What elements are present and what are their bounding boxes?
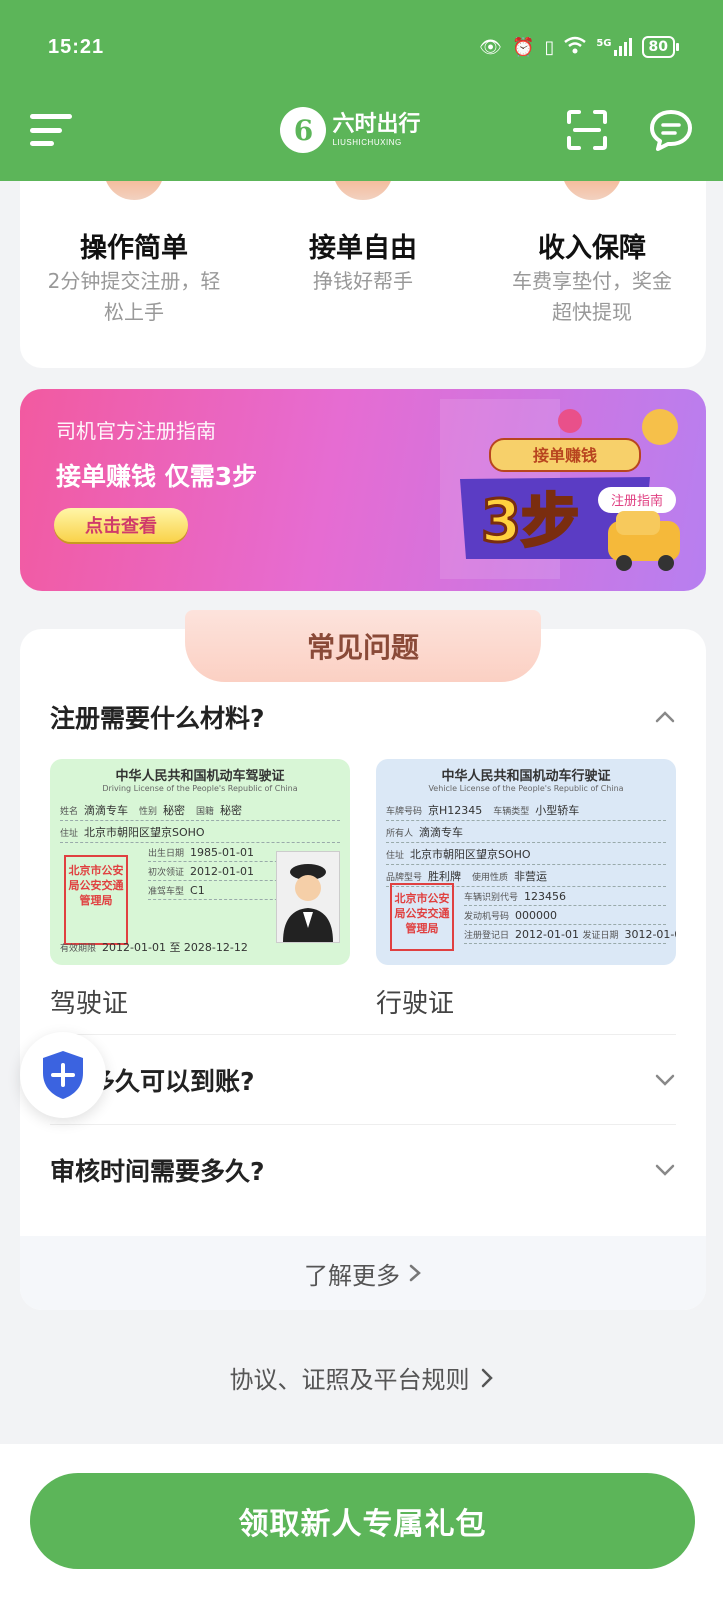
network-label: 5G [596,38,612,49]
vehicle-title-en: Vehicle License of the People's Republic… [428,784,624,793]
alarm-icon: ⏰ [512,36,535,58]
faq-question-text: 审核时间需要多久? [50,1156,265,1186]
vehicle-license-sample: 中华人民共和国机动车行驶证 Vehicle License of the Peo… [376,759,676,1020]
wifi-icon [564,36,587,59]
vibrate-icon: ▯ [544,36,555,58]
driving-license-image[interactable]: 中华人民共和国机动车驾驶证 Driving License of the Peo… [50,759,350,965]
vehicle-dates-line: 注册登记日2012-01-01 发证日期3012-01-01 [464,925,676,944]
driving-license-sample: 中华人民共和国机动车驾驶证 Driving License of the Peo… [50,759,350,1020]
learn-more-button[interactable]: 了解更多 [20,1236,706,1310]
feature-desc: 挣钱好帮手 [313,269,413,293]
feature-desc: 2分钟提交注册，轻松上手 [47,269,221,324]
chevron-right-icon [409,1264,421,1282]
feature-title: 收入保障 [538,233,646,264]
faq-tab-title: 常见问题 [185,610,541,682]
safety-shield-button[interactable] [20,1032,106,1118]
vehicle-title: 中华人民共和国机动车行驶证 [441,769,611,784]
banner-title: 接单赚钱 仅需3步 [56,462,258,491]
eye-icon: 👁 [479,36,503,58]
license-name-line: 姓名 滴滴专车 性别 秘密 国籍 秘密 [60,799,340,821]
app-logo: 6 六时出行 LIUSHICHUXING [280,107,421,153]
chevron-right-icon [481,1368,493,1387]
banner-subtitle: 司机官方注册指南 [56,419,216,443]
signal-icon: 5G [596,38,632,56]
rules-link-label: 协议、证照及平台规则 [229,1366,470,1394]
art-big-text: 3步 [481,487,579,555]
license-valid-line: 有效期限 2012-01-01 至 2028-12-12 [60,941,248,954]
logo-name-en: LIUSHICHUXING [332,137,402,147]
app-header: 15:21 👁 ⏰ ▯ 5G 80 6 六时出行 LIUSHICHUXING [0,0,723,181]
feature-title: 操作简单 [80,233,188,264]
vehicle-plate-line: 车牌号码 京H12345 车辆类型 小型轿车 [386,799,666,821]
logo-mark-icon: 6 [280,107,327,153]
faq-question-text: 注册需要什么材料? [50,704,265,733]
feature-title: 接单自由 [309,233,417,264]
vehicle-address-line: 住址 北京市朝阳区望京SOHO [386,843,666,865]
chevron-down-icon [655,1074,675,1086]
claim-gift-button[interactable]: 领取新人专属礼包 [30,1473,695,1569]
license-class-line: 准驾车型 C1 [148,881,288,900]
message-icon[interactable] [649,108,693,152]
faq-card: 常见问题 注册需要什么材料? 中华人民共和国机动车驾驶证 Driving Lic… [20,610,706,1310]
vehicle-engine-line: 发动机号码 000000 [464,906,666,925]
license-birth-line: 出生日期 1985-01-01 [148,843,288,862]
vehicle-vin-line: 车辆识别代号 123456 [464,887,666,906]
license-title: 中华人民共和国机动车驾驶证 [115,769,285,784]
art-tag-text: 注册指南 [611,493,663,509]
registration-guide-banner[interactable]: 司机官方注册指南 接单赚钱 仅需3步 点击查看 接单赚钱 3步 注册指南 [20,389,706,591]
status-bar: 15:21 👁 ⏰ ▯ 5G 80 [48,30,680,64]
menu-icon[interactable] [30,114,72,146]
rules-link[interactable]: 协议、证照及平台规则 [0,1360,723,1395]
logo-name: 六时出行 [332,111,421,137]
license-address-line: 住址 北京市朝阳区望京SOHO [60,821,340,843]
faq-question-review[interactable]: 审核时间需要多久? [50,1124,676,1214]
vehicle-license-image[interactable]: 中华人民共和国机动车行驶证 Vehicle License of the Peo… [376,759,676,965]
nav-bar: 6 六时出行 LIUSHICHUXING [30,100,693,160]
faq-question-payout[interactable]: 多久可以到账? [50,1034,676,1124]
feature-card: 操作简单 2分钟提交注册，轻松上手 接单自由 挣钱好帮手 收入保障 车费享垫付，… [20,150,706,368]
banner-illustration: 接单赚钱 3步 注册指南 [440,399,680,579]
scan-icon[interactable] [565,108,609,152]
battery-icon: 80 [641,36,680,58]
vehicle-owner-line: 所有人 滴滴专车 [386,821,666,843]
view-guide-button[interactable]: 点击查看 [54,508,188,542]
art-badge-text: 接单赚钱 [533,446,597,465]
faq-question-materials[interactable]: 注册需要什么材料? [50,695,676,739]
status-icons: 👁 ⏰ ▯ 5G 80 [479,36,680,59]
license-stamp: 北京市公安局公安交通管理局 [64,855,128,945]
chevron-up-icon [655,711,675,723]
driving-license-label: 驾驶证 [50,989,129,1019]
license-issue-line: 初次领证 2012-01-01 [148,862,288,881]
chevron-down-icon [655,1164,675,1176]
driver-avatar [276,851,340,943]
bottom-bar: 领取新人专属礼包 [0,1444,723,1600]
learn-more-label: 了解更多 [304,1261,400,1290]
feature-desc: 车费享垫付，奖金超快提现 [512,269,672,324]
license-title-en: Driving License of the People's Republic… [102,784,298,793]
vehicle-license-label: 行驶证 [376,989,455,1019]
shield-icon [43,1051,83,1099]
document-samples: 中华人民共和国机动车驾驶证 Driving License of the Peo… [50,759,676,1020]
vehicle-stamp: 北京市公安局公安交通管理局 [390,883,454,951]
status-time: 15:21 [48,35,105,58]
